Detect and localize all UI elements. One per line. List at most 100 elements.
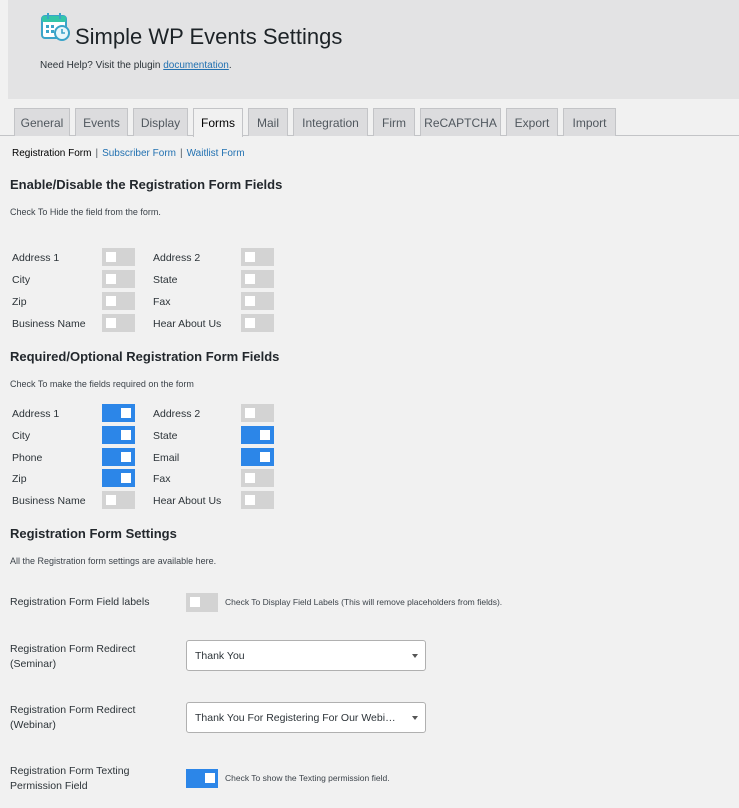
req-toggle-address1[interactable] bbox=[102, 404, 135, 422]
redirect-seminar-value: Thank You bbox=[195, 649, 245, 662]
req-toggle-address2[interactable] bbox=[241, 404, 274, 422]
chevron-down-icon bbox=[412, 654, 418, 658]
tab-forms[interactable]: Forms bbox=[193, 108, 243, 137]
toggle-knob bbox=[121, 430, 131, 440]
hide-label-fax: Fax bbox=[153, 296, 171, 308]
tab-events[interactable]: Events bbox=[75, 108, 128, 136]
help-suffix: . bbox=[228, 60, 232, 71]
section-hide-desc: Check To Hide the field from the form. bbox=[10, 207, 161, 217]
toggle-knob bbox=[245, 274, 255, 284]
req-toggle-phone[interactable] bbox=[102, 448, 135, 466]
help-text: Need Help? Visit the plugin documentatio… bbox=[40, 60, 232, 71]
tab-general[interactable]: General bbox=[14, 108, 70, 136]
req-toggle-state[interactable] bbox=[241, 426, 274, 444]
toggle-knob bbox=[245, 318, 255, 328]
req-label-address2: Address 2 bbox=[153, 408, 201, 420]
toggle-knob bbox=[245, 473, 255, 483]
redirect-webinar-select[interactable]: Thank You For Registering For Our Webina… bbox=[186, 702, 426, 733]
hide-label-address2: Address 2 bbox=[153, 252, 201, 264]
tab-mail[interactable]: Mail bbox=[248, 108, 288, 136]
hide-toggle-business-name[interactable] bbox=[102, 314, 135, 332]
hide-label-state: State bbox=[153, 274, 178, 286]
texting-label: Registration Form Texting Permission Fie… bbox=[10, 764, 129, 794]
redirect-webinar-label-line2: (Webinar) bbox=[10, 719, 56, 731]
hide-toggle-zip[interactable] bbox=[102, 292, 135, 310]
toggle-knob bbox=[245, 252, 255, 262]
req-toggle-city[interactable] bbox=[102, 426, 135, 444]
hide-label-business-name: Business Name bbox=[12, 318, 86, 330]
req-toggle-business-name[interactable] bbox=[102, 491, 135, 509]
texting-toggle[interactable] bbox=[186, 769, 218, 788]
toggle-knob bbox=[106, 274, 116, 284]
form-subnav: Registration Form | Subscriber Form | Waitli… bbox=[12, 148, 245, 159]
redirect-webinar-label: Registration Form Redirect (Webinar) bbox=[10, 703, 135, 733]
hide-toggle-state[interactable] bbox=[241, 270, 274, 288]
documentation-link[interactable]: documentation bbox=[163, 60, 229, 71]
hide-toggle-address1[interactable] bbox=[102, 248, 135, 266]
redirect-webinar-value: Thank You For Registering For Our Webina… bbox=[195, 711, 400, 724]
req-toggle-email[interactable] bbox=[241, 448, 274, 466]
req-toggle-zip[interactable] bbox=[102, 469, 135, 487]
subnav-separator: | bbox=[95, 148, 99, 159]
req-label-zip: Zip bbox=[12, 473, 27, 485]
hide-toggle-hear-about-us[interactable] bbox=[241, 314, 274, 332]
redirect-seminar-label: Registration Form Redirect (Seminar) bbox=[10, 642, 135, 672]
toggle-knob bbox=[190, 597, 200, 607]
subnav-registration-form[interactable]: Registration Form bbox=[12, 148, 91, 159]
redirect-seminar-label-line2: (Seminar) bbox=[10, 658, 57, 670]
section-settings-title: Registration Form Settings bbox=[10, 526, 177, 541]
tab-display[interactable]: Display bbox=[133, 108, 188, 136]
section-settings-desc: All the Registration form settings are a… bbox=[10, 556, 217, 566]
hide-toggle-fax[interactable] bbox=[241, 292, 274, 310]
toggle-knob bbox=[121, 452, 131, 462]
texting-hint: Check To show the Texting permission fie… bbox=[225, 773, 390, 783]
help-prefix: Need Help? Visit the plugin bbox=[40, 60, 164, 71]
req-toggle-hear-about-us[interactable] bbox=[241, 491, 274, 509]
req-label-hear-about-us: Hear About Us bbox=[153, 495, 222, 507]
toggle-knob bbox=[245, 495, 255, 505]
texting-label-line2: Permission Field bbox=[10, 780, 88, 792]
subnav-subscriber-form[interactable]: Subscriber Form bbox=[102, 148, 176, 159]
field-labels-label: Registration Form Field labels bbox=[10, 596, 150, 608]
toggle-knob bbox=[245, 296, 255, 306]
redirect-webinar-label-line1: Registration Form Redirect bbox=[10, 704, 136, 716]
hide-toggle-city[interactable] bbox=[102, 270, 135, 288]
texting-label-line1: Registration Form Texting bbox=[10, 765, 130, 777]
hide-toggle-address2[interactable] bbox=[241, 248, 274, 266]
req-label-business-name: Business Name bbox=[12, 495, 86, 507]
page-header: Simple WP Events Settings Need Help? Vis… bbox=[8, 0, 739, 99]
toggle-knob bbox=[106, 252, 116, 262]
hide-label-city: City bbox=[12, 274, 31, 286]
tab-integration[interactable]: Integration bbox=[293, 108, 368, 136]
req-label-city: City bbox=[12, 430, 31, 442]
field-labels-toggle[interactable] bbox=[186, 593, 218, 612]
section-required-desc: Check To make the fields required on the… bbox=[10, 379, 194, 389]
toggle-knob bbox=[106, 318, 116, 328]
field-labels-hint: Check To Display Field Labels (This will… bbox=[225, 597, 503, 607]
redirect-seminar-select[interactable]: Thank You bbox=[186, 640, 426, 671]
section-required-title: Required/Optional Registration Form Fiel… bbox=[10, 349, 280, 364]
toggle-knob bbox=[106, 495, 116, 505]
toggle-knob bbox=[106, 296, 116, 306]
hide-label-hear-about-us: Hear About Us bbox=[153, 318, 222, 330]
tab-firm[interactable]: Firm bbox=[373, 108, 415, 136]
toggle-knob bbox=[260, 430, 270, 440]
req-label-phone: Phone bbox=[12, 452, 43, 464]
tab-export[interactable]: Export bbox=[506, 108, 558, 136]
toggle-knob bbox=[121, 473, 131, 483]
calendar-clock-icon bbox=[41, 13, 70, 41]
hide-label-zip: Zip bbox=[12, 296, 27, 308]
toggle-knob bbox=[260, 452, 270, 462]
section-hide-title: Enable/Disable the Registration Form Fie… bbox=[10, 177, 283, 192]
tab-recaptcha[interactable]: ReCAPTCHA bbox=[420, 108, 501, 136]
subnav-separator: | bbox=[179, 148, 183, 159]
req-label-fax: Fax bbox=[153, 473, 171, 485]
tab-import[interactable]: Import bbox=[563, 108, 616, 136]
req-toggle-fax[interactable] bbox=[241, 469, 274, 487]
req-label-address1: Address 1 bbox=[12, 408, 60, 420]
req-label-email: Email bbox=[153, 452, 180, 464]
toggle-knob bbox=[121, 408, 131, 418]
subnav-waitlist-form[interactable]: Waitlist Form bbox=[187, 148, 245, 159]
hide-label-address1: Address 1 bbox=[12, 252, 60, 264]
toggle-knob bbox=[245, 408, 255, 418]
